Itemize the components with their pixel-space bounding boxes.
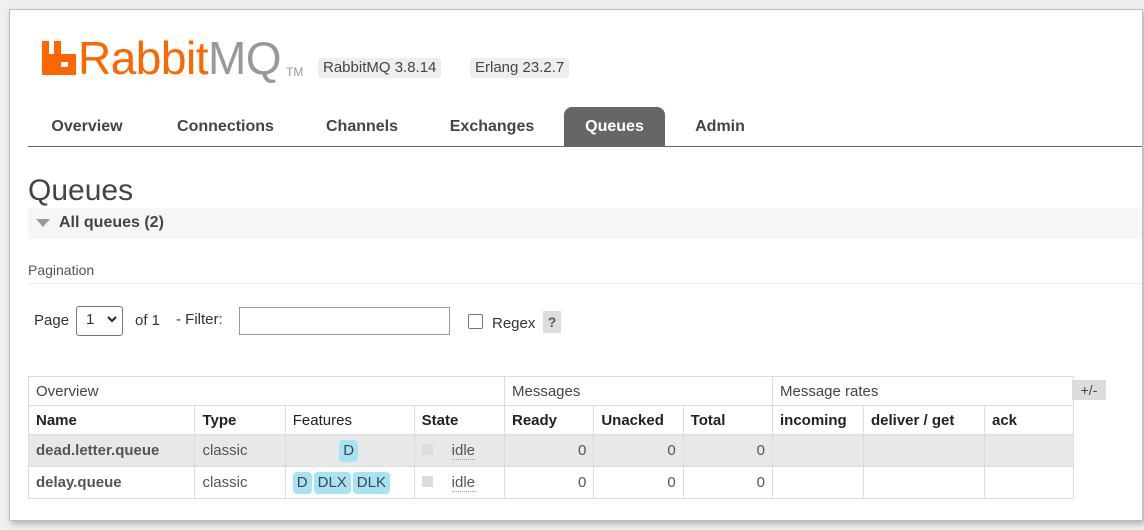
filter-label: - Filter:: [176, 311, 223, 328]
table-row: delay.queue classic D DLX DLK idle 0 0 0: [27, 466, 1074, 499]
column-header-state[interactable]: State: [413, 405, 506, 435]
page-label: Page: [34, 312, 70, 329]
pagination-divider: [28, 283, 1142, 284]
logo-trademark: TM: [286, 65, 304, 79]
queue-features: D: [284, 434, 415, 467]
feature-badge[interactable]: D: [292, 471, 312, 494]
browser-window: Rabbit MQ TM RabbitMQ 3.8.14 Erlang 23.2…: [9, 9, 1143, 521]
table-row: dead.letter.queue classic D idle 0 0 0: [27, 434, 1074, 467]
regex-label: Regex: [492, 315, 536, 332]
group-header-message-rates: Message rates: [772, 376, 1074, 406]
state-indicator-icon: [421, 475, 433, 487]
group-header-overview: Overview: [28, 376, 505, 406]
messages-ready: 0: [503, 466, 595, 499]
rate-incoming: [772, 466, 864, 499]
rabbitmq-version-badge: RabbitMQ 3.8.14: [318, 58, 442, 78]
queue-state: idle: [413, 466, 506, 499]
columns-toggle-button[interactable]: +/-: [1072, 380, 1106, 400]
logo-text-mq: MQ: [207, 32, 282, 84]
feature-badge[interactable]: DLK: [352, 471, 390, 494]
collapse-triangle-icon[interactable]: [36, 219, 50, 227]
messages-unacked: 0: [593, 434, 684, 467]
column-header-ready[interactable]: Ready: [503, 405, 595, 435]
logo-text-rabbit: Rabbit: [78, 32, 208, 84]
column-header-features: Features: [284, 405, 415, 435]
erlang-version-badge: Erlang 23.2.7: [470, 58, 570, 78]
feature-badge[interactable]: DLX: [313, 471, 351, 494]
state-label: idle: [451, 474, 476, 492]
page-select[interactable]: 1: [76, 306, 123, 336]
page-title: Queues: [28, 174, 134, 207]
all-queues-section-header[interactable]: All queues (2): [28, 208, 1142, 239]
state-indicator-icon: [421, 443, 433, 455]
column-header-total[interactable]: Total: [682, 405, 774, 435]
pagination-heading: Pagination: [28, 262, 95, 278]
queue-name-link[interactable]: delay.queue: [27, 466, 196, 499]
tab-divider: [28, 146, 1142, 147]
tab-exchanges[interactable]: Exchanges: [433, 107, 551, 147]
tab-queues[interactable]: Queues: [564, 107, 665, 147]
messages-total: 0: [682, 434, 774, 467]
all-queues-title: All queues (2): [59, 214, 164, 231]
messages-ready: 0: [503, 434, 595, 467]
page-select-value: 1: [86, 311, 95, 328]
queue-type: classic: [194, 466, 286, 499]
column-header-type[interactable]: Type: [194, 405, 286, 435]
chevron-down-icon: [107, 316, 117, 323]
messages-total: 0: [682, 466, 774, 499]
rabbitmq-logo[interactable]: Rabbit MQ TM: [41, 32, 304, 84]
messages-unacked: 0: [593, 466, 684, 499]
regex-checkbox[interactable]: [468, 314, 483, 329]
queue-state: idle: [413, 434, 506, 467]
queues-table: Overview Messages Message rates Name Typ…: [27, 376, 1074, 499]
column-header-incoming[interactable]: incoming: [772, 405, 864, 435]
column-header-deliver-get[interactable]: deliver / get: [863, 405, 985, 435]
queue-name-link[interactable]: dead.letter.queue: [27, 434, 196, 467]
rate-deliver-get: [863, 466, 985, 499]
queue-type: classic: [194, 434, 286, 467]
rabbit-logo-icon: [42, 41, 76, 75]
column-header-name[interactable]: Name: [27, 405, 196, 435]
state-label: idle: [451, 442, 476, 460]
group-header-messages: Messages: [504, 376, 773, 406]
column-header-unacked[interactable]: Unacked: [593, 405, 684, 435]
queue-features: D DLX DLK: [284, 466, 415, 499]
page-count-label: of 1: [135, 312, 161, 329]
tab-overview[interactable]: Overview: [30, 107, 144, 147]
tab-channels[interactable]: Channels: [310, 107, 414, 147]
rate-ack: [984, 434, 1074, 467]
rate-incoming: [772, 434, 864, 467]
filter-input[interactable]: [239, 307, 450, 335]
rate-ack: [984, 466, 1074, 499]
feature-badge[interactable]: D: [339, 439, 359, 462]
column-header-ack[interactable]: ack: [984, 405, 1074, 435]
rate-deliver-get: [863, 434, 985, 467]
tab-admin[interactable]: Admin: [682, 107, 758, 147]
regex-help-button[interactable]: ?: [543, 311, 561, 333]
tab-connections[interactable]: Connections: [158, 107, 293, 147]
